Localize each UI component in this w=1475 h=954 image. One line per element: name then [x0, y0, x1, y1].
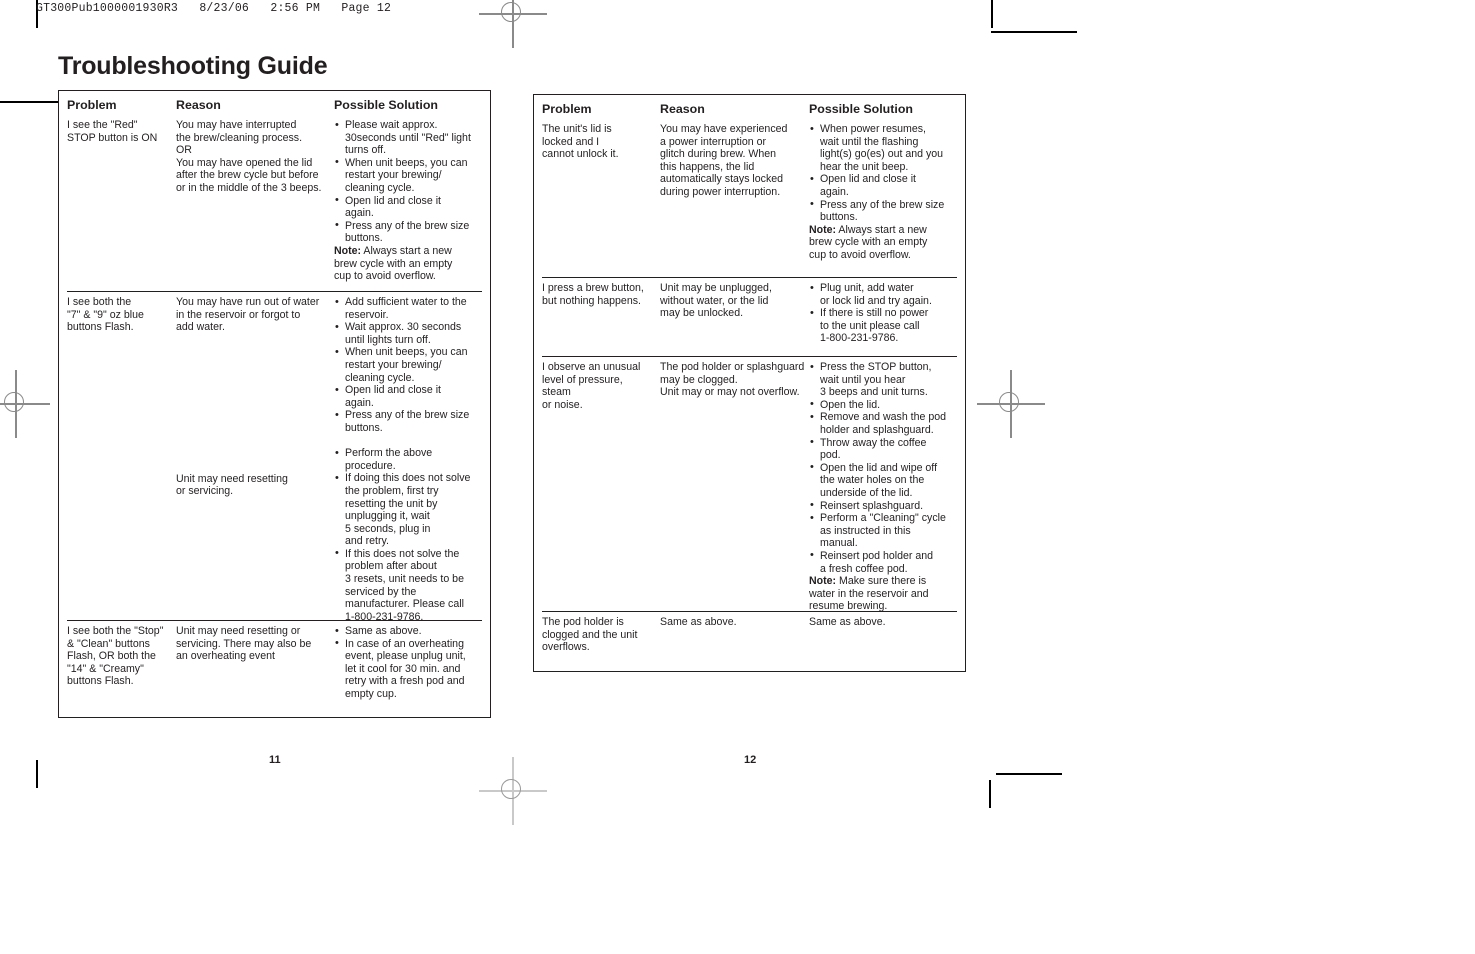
table-row: The unit's lid is locked and I cannot un… [534, 118, 965, 277]
cell-reason: Unit may need resetting or servicing. Th… [176, 625, 312, 663]
note-label: Note: [334, 244, 362, 257]
list-item: When unit beeps, you can restart your br… [334, 156, 484, 195]
list-item: When unit beeps, you can restart your br… [334, 346, 484, 384]
crop-mark-bottom-left-vertical [36, 760, 38, 788]
cell-reason: The pod holder or splashguard may be clo… [660, 361, 805, 399]
cell-problem: I see both the "7" & "9" oz blue buttons… [67, 296, 144, 334]
registration-mark-bottom [479, 757, 547, 825]
note-label: Note: [809, 223, 837, 236]
list-item: Wait approx. 30 seconds until lights tur… [334, 321, 484, 346]
solution-note: Note: Make sure there is water in the re… [809, 575, 959, 613]
cell-problem: I see both the "Stop" & "Clean" buttons … [67, 625, 164, 688]
registration-mark-top [479, 0, 547, 48]
troubleshooting-table-right: Problem Reason Possible Solution The uni… [533, 94, 966, 672]
cell-problem: The unit's lid is locked and I cannot un… [542, 123, 619, 161]
cell-solution: Same as above. In case of an overheating… [334, 625, 484, 735]
list-item: If there is still no power to the unit p… [809, 307, 959, 345]
column-header-problem: Problem [542, 102, 592, 116]
solution-bullet-list: Same as above. In case of an overheating… [334, 625, 484, 701]
list-item: Press the STOP button, wait until you he… [809, 361, 959, 399]
table-row: I see the "Red" STOP button is ON You ma… [59, 114, 490, 291]
list-item: Remove and wash the pod holder and splas… [809, 411, 959, 436]
cell-solution: Same as above. [809, 616, 886, 628]
cell-solution: Please wait approx. 30seconds until "Red… [334, 119, 484, 291]
column-header-reason: Reason [176, 98, 221, 112]
registration-mark-right [977, 370, 1045, 438]
list-item: Perform a "Cleaning" cycle as instructed… [809, 512, 959, 550]
solution-note: Note: Always start a new brew cycle with… [809, 224, 959, 262]
page-number-right: 12 [744, 754, 757, 766]
solution-bullet-list-secondary: Perform the above procedure. If doing th… [334, 447, 484, 623]
table-header-row: Problem Reason Possible Solution [59, 91, 490, 114]
column-header-problem: Problem [67, 98, 117, 112]
table-row: I see both the "7" & "9" oz blue buttons… [59, 291, 490, 623]
cell-reason: You may have run out of water in the res… [176, 296, 334, 620]
reason-text-secondary: Unit may need resetting or servicing. [176, 472, 288, 498]
cell-reason: You may have experienced a power interru… [660, 123, 788, 198]
cell-reason: Unit may be unplugged, without water, or… [660, 282, 772, 320]
list-item: In case of an overheating event, please … [334, 637, 484, 701]
crop-mark-top-right-vertical [991, 0, 993, 28]
cell-problem: The pod holder is clogged and the unit o… [542, 616, 638, 654]
troubleshooting-table-left: Problem Reason Possible Solution I see t… [58, 90, 491, 718]
document-page: GT300Pub1000001930R3 8/23/06 2:56 PM Pag… [0, 0, 1475, 954]
table-row: I see both the "Stop" & "Clean" buttons … [59, 620, 490, 735]
list-item: Open the lid and wipe off the water hole… [809, 461, 959, 500]
list-item: If doing this does not solve the problem… [334, 472, 484, 548]
solution-bullet-list: Plug unit, add water or lock lid and try… [809, 281, 959, 345]
reason-text: You may have run out of water in the res… [176, 296, 320, 334]
list-item: Open lid and close it again. [809, 173, 959, 198]
cell-reason: You may have interrupted the brew/cleani… [176, 119, 322, 194]
list-item: Press any of the brew size buttons. [809, 198, 959, 224]
list-item: Reinsert pod holder and a fresh coffee p… [809, 549, 959, 575]
list-item: Open lid and close it again. [334, 194, 484, 220]
cell-problem: I see the "Red" STOP button is ON [67, 119, 158, 144]
solution-bullet-list: Press the STOP button, wait until you he… [809, 361, 959, 575]
cell-solution: Add sufficient water to the reservoir. W… [334, 295, 484, 623]
cell-problem: I press a brew button, but nothing happe… [542, 282, 644, 307]
list-item: Same as above. [334, 625, 484, 638]
cell-problem: I observe an unusual level of pressure, … [542, 361, 641, 411]
cell-solution: Press the STOP button, wait until you he… [809, 361, 959, 613]
crop-mark-bottom-right-vertical [989, 780, 991, 808]
list-item: Reinsert splashguard. [809, 499, 959, 513]
list-item: Open the lid. [809, 398, 959, 412]
column-header-solution: Possible Solution [334, 98, 438, 112]
list-item: Add sufficient water to the reservoir. [334, 295, 484, 321]
list-item: Plug unit, add water or lock lid and try… [809, 281, 959, 307]
page-number-left: 11 [269, 754, 281, 766]
solution-note: Note: Always start a new brew cycle with… [334, 245, 484, 283]
list-item: When power resumes, wait until the flash… [809, 122, 959, 173]
column-header-solution: Possible Solution [809, 102, 913, 116]
cell-solution: When power resumes, wait until the flash… [809, 122, 959, 277]
solution-bullet-list: Add sufficient water to the reservoir. W… [334, 295, 484, 435]
cell-reason: Same as above. [660, 616, 737, 628]
table-row: I press a brew button, but nothing happe… [534, 277, 965, 356]
list-item: Perform the above procedure. [334, 447, 484, 472]
print-slug-line: GT300Pub1000001930R3 8/23/06 2:56 PM Pag… [36, 2, 392, 15]
list-item: Please wait approx. 30seconds until "Red… [334, 119, 484, 157]
list-item: Press any of the brew size buttons. [334, 409, 484, 434]
table-row: I observe an unusual level of pressure, … [534, 356, 965, 613]
table-row: The pod holder is clogged and the unit o… [534, 611, 965, 686]
list-item: Open lid and close it again. [334, 384, 484, 409]
list-item: Press any of the brew size buttons. [334, 219, 484, 245]
crop-mark-top-right-horizontal [991, 31, 1077, 34]
list-item: Throw away the coffee pod. [809, 436, 959, 462]
solution-bullet-list: When power resumes, wait until the flash… [809, 122, 959, 224]
list-item: If this does not solve the problem after… [334, 547, 484, 624]
page-title: Troubleshooting Guide [58, 52, 328, 80]
crop-mark-bottom-right-horizontal [996, 773, 1062, 776]
note-label: Note: [809, 575, 837, 588]
registration-mark-left [0, 370, 50, 438]
table-header-row: Problem Reason Possible Solution [534, 95, 965, 118]
column-header-reason: Reason [660, 102, 705, 116]
cell-solution: Plug unit, add water or lock lid and try… [809, 281, 959, 356]
solution-bullet-list: Please wait approx. 30seconds until "Red… [334, 119, 484, 245]
